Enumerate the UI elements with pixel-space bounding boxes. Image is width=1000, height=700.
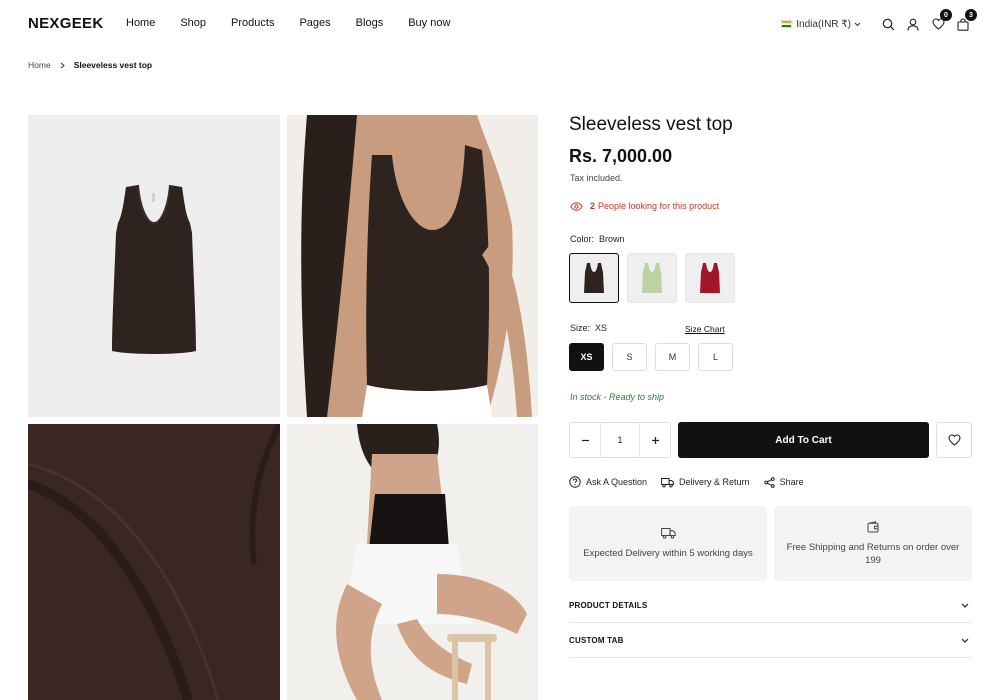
chevron-right-icon xyxy=(60,62,65,69)
stock-status: In stock - Ready to ship xyxy=(570,392,665,402)
product-price: Rs. 7,000.00 xyxy=(569,146,673,166)
size-value: XS xyxy=(595,323,608,333)
viewers-count: 2 xyxy=(590,201,596,211)
wallet-icon xyxy=(867,520,879,533)
size-s-button[interactable]: S xyxy=(612,343,647,371)
site-logo[interactable]: NEXGEEK xyxy=(28,15,103,32)
product-title: Sleeveless vest top xyxy=(569,114,733,135)
add-to-cart-button[interactable]: Add To Cart xyxy=(678,422,929,458)
question-icon xyxy=(569,476,581,488)
accordion-product-details[interactable]: PRODUCT DETAILS xyxy=(569,588,972,623)
ask-question-label: Ask A Question xyxy=(586,477,648,487)
breadcrumb-home[interactable]: Home xyxy=(28,60,51,70)
nav-blogs[interactable]: Blogs xyxy=(356,17,384,29)
nav-shop[interactable]: Shop xyxy=(180,17,206,29)
wishlist-icon[interactable]: 0 xyxy=(928,9,952,34)
header-actions: India(INR ₹) 0 3 xyxy=(781,9,977,34)
heart-icon xyxy=(947,434,961,446)
nav-buy-now[interactable]: Buy now xyxy=(408,17,450,29)
delivery-info-box: Expected Delivery within 5 working days xyxy=(569,506,767,581)
breadcrumb-current: Sleeveless vest top xyxy=(73,60,153,70)
currency-selector[interactable]: India(INR ₹) xyxy=(781,19,861,30)
truck-icon xyxy=(660,527,676,539)
ask-question-link[interactable]: Ask A Question xyxy=(569,476,647,488)
viewers-notice: 2 People looking for this product xyxy=(570,201,719,211)
product-actions: Ask A Question Delivery & Return Share xyxy=(569,476,818,488)
color-row: Color: Brown xyxy=(570,234,625,244)
quantity-stepper: 1 xyxy=(569,422,671,458)
search-icon[interactable] xyxy=(878,14,898,34)
share-link[interactable]: Share xyxy=(763,476,804,488)
size-xs-button[interactable]: XS xyxy=(569,343,604,371)
swatch-brown[interactable] xyxy=(569,253,619,303)
user-icon[interactable] xyxy=(903,14,923,34)
swatch-red[interactable] xyxy=(685,253,735,303)
swatch-green[interactable] xyxy=(627,253,677,303)
size-label: Size: xyxy=(570,323,591,333)
quantity-value[interactable]: 1 xyxy=(600,423,640,457)
color-value: Brown xyxy=(599,234,625,244)
chevron-down-icon xyxy=(961,638,969,643)
accordion-custom-tab[interactable]: CUSTOM TAB xyxy=(569,623,972,658)
nav-products[interactable]: Products xyxy=(231,17,274,29)
chevron-down-icon xyxy=(854,22,861,27)
accordion-custom-tab-label: CUSTOM TAB xyxy=(569,635,624,645)
shipping-info-box: Free Shipping and Returns on order over … xyxy=(774,506,972,581)
eye-icon xyxy=(570,201,583,211)
nav-home[interactable]: Home xyxy=(126,17,155,29)
tax-note: Tax included. xyxy=(570,173,623,183)
delivery-info-text: Expected Delivery within 5 working days xyxy=(583,548,753,559)
increase-quantity-button[interactable] xyxy=(640,423,670,457)
size-row: Size: XS xyxy=(570,323,607,333)
delivery-return-label: Delivery & Return xyxy=(679,477,750,487)
accordion-product-details-label: PRODUCT DETAILS xyxy=(569,600,648,610)
size-m-button[interactable]: M xyxy=(655,343,690,371)
cart-icon[interactable]: 3 xyxy=(953,9,977,34)
size-chart-link[interactable]: Size Chart xyxy=(685,324,725,334)
breadcrumb: Home Sleeveless vest top xyxy=(28,60,152,70)
cart-count-badge: 3 xyxy=(965,9,977,21)
india-flag-icon xyxy=(781,20,793,28)
truck-icon xyxy=(661,477,674,487)
currency-label: India(INR ₹) xyxy=(796,18,851,30)
main-nav: Home Shop Products Pages Blogs Buy now xyxy=(126,17,475,29)
decrease-quantity-button[interactable] xyxy=(570,423,600,457)
site-header: NEXGEEK Home Shop Products Pages Blogs B… xyxy=(0,0,1000,48)
color-label: Color: xyxy=(570,234,595,244)
share-label: Share xyxy=(779,477,804,487)
viewers-text: People looking for this product xyxy=(598,201,720,211)
shipping-info-text: Free Shipping and Returns on order over … xyxy=(786,541,960,566)
color-swatches xyxy=(569,253,735,303)
add-to-wishlist-button[interactable] xyxy=(936,422,972,458)
size-options: XS S M L xyxy=(569,343,733,371)
chevron-down-icon xyxy=(961,603,969,608)
product-image-model-front[interactable] xyxy=(287,115,538,417)
wishlist-count-badge: 0 xyxy=(940,9,952,21)
size-l-button[interactable]: L xyxy=(698,343,733,371)
delivery-return-link[interactable]: Delivery & Return xyxy=(661,477,750,488)
product-image-front[interactable] xyxy=(28,115,280,417)
product-image-model-seated[interactable] xyxy=(287,424,538,700)
share-icon xyxy=(763,476,775,488)
nav-pages[interactable]: Pages xyxy=(299,17,330,29)
product-image-fabric-detail[interactable] xyxy=(28,424,280,700)
